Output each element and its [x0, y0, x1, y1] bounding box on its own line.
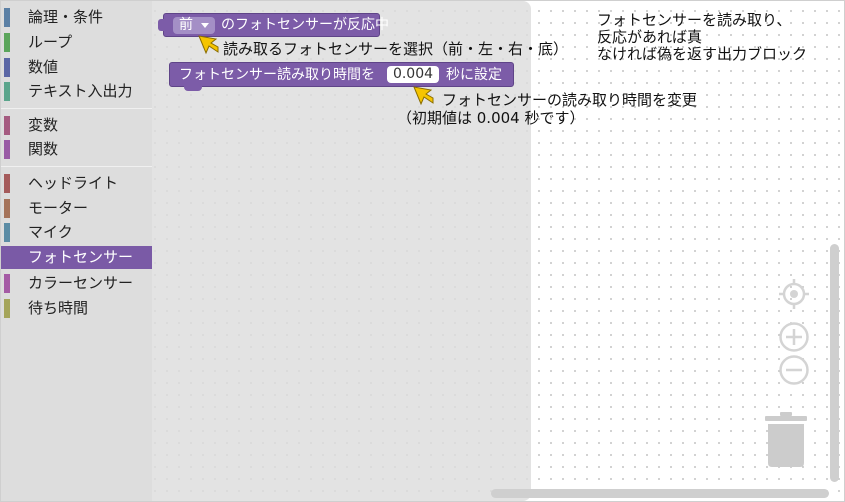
- dropdown-arrow-icon: [201, 23, 209, 28]
- category-headlight[interactable]: ヘッドライト: [1, 172, 152, 195]
- category-color-bar: [4, 223, 10, 242]
- sensor-direction-dropdown[interactable]: 前: [173, 17, 215, 34]
- category-color-bar: [4, 8, 10, 27]
- category-label: モーター: [28, 199, 89, 217]
- category-color-bar: [4, 140, 10, 159]
- category-label: 関数: [28, 140, 59, 158]
- output-connector: [158, 19, 164, 31]
- crosshair-icon[interactable]: [778, 278, 810, 310]
- category-color-bar: [4, 299, 10, 318]
- annotation-output-line-1: フォトセンサーを読み取り、: [597, 11, 792, 29]
- annotation-output-line-3: なければ偽を返す出力ブロック: [597, 45, 808, 63]
- workspace[interactable]: 論理・条件 ループ 数値 テキスト入出力 変数 関数 ヘッドライト モーター マ…: [0, 0, 845, 502]
- category-microphone[interactable]: マイク: [1, 221, 152, 244]
- block-label: のフォトセンサーが反応中: [221, 17, 389, 33]
- category-text-io[interactable]: テキスト入出力: [1, 80, 152, 103]
- toolbox-separator: [1, 166, 152, 167]
- category-photosensor[interactable]: フォトセンサー: [1, 246, 152, 269]
- pointer-arrow-icon: [198, 35, 219, 55]
- set-read-time-block[interactable]: フォトセンサー読み取り時間を 0.004 秒に設定: [169, 62, 514, 91]
- photosensor-reacted-block[interactable]: 前 のフォトセンサーが反応中: [158, 13, 389, 37]
- category-color-bar: [4, 116, 10, 135]
- category-loops[interactable]: ループ: [1, 31, 152, 54]
- category-label: 変数: [28, 116, 59, 134]
- annotation-read-time-line-1: フォトセンサーの読み取り時間を変更: [442, 91, 698, 109]
- category-color-bar: [4, 248, 10, 267]
- category-label: 数値: [28, 58, 59, 76]
- horizontal-scrollbar[interactable]: [491, 489, 829, 498]
- next-connector: [184, 86, 202, 91]
- category-label: 待ち時間: [28, 299, 89, 317]
- category-label: 論理・条件: [28, 8, 104, 26]
- category-color-bar: [4, 274, 10, 293]
- category-logic[interactable]: 論理・条件: [1, 6, 152, 29]
- category-color-bar: [4, 58, 10, 77]
- pointer-arrow-icon: [413, 86, 434, 106]
- category-label: ループ: [28, 33, 73, 51]
- block-label: フォトセンサー読み取り時間を: [179, 67, 375, 83]
- trash-icon[interactable]: [763, 411, 809, 469]
- toolbox-separator: [1, 108, 152, 109]
- category-label: テキスト入出力: [28, 82, 133, 100]
- category-label: フォトセンサー: [28, 248, 134, 266]
- category-motor[interactable]: モーター: [1, 197, 152, 220]
- category-variables[interactable]: 変数: [1, 114, 152, 137]
- category-color-bar: [4, 199, 10, 218]
- category-wait[interactable]: 待ち時間: [1, 297, 152, 320]
- vertical-scrollbar[interactable]: [830, 244, 839, 482]
- annotation-output-line-2: 反応があれば真: [597, 28, 703, 46]
- category-label: ヘッドライト: [28, 174, 119, 192]
- toolbox: 論理・条件 ループ 数値 テキスト入出力 変数 関数 ヘッドライト モーター マ…: [1, 1, 152, 501]
- category-functions[interactable]: 関数: [1, 138, 152, 161]
- zoom-out-icon[interactable]: [778, 354, 810, 386]
- block-label-suffix: 秒に設定: [446, 67, 502, 83]
- category-color-bar: [4, 33, 10, 52]
- category-label: マイク: [28, 223, 73, 241]
- annotation-sensor-select: 読み取るフォトセンサーを選択（前・左・右・底）: [223, 40, 569, 58]
- zoom-in-icon[interactable]: [778, 321, 810, 353]
- category-label: カラーセンサー: [28, 274, 134, 292]
- category-color-sensor[interactable]: カラーセンサー: [1, 272, 152, 295]
- category-math[interactable]: 数値: [1, 56, 152, 79]
- category-color-bar: [4, 82, 10, 101]
- annotation-read-time-line-2: （初期値は 0.004 秒です）: [397, 109, 585, 127]
- dropdown-value: 前: [179, 17, 193, 33]
- read-time-number-field[interactable]: 0.004: [387, 66, 439, 83]
- category-color-bar: [4, 174, 10, 193]
